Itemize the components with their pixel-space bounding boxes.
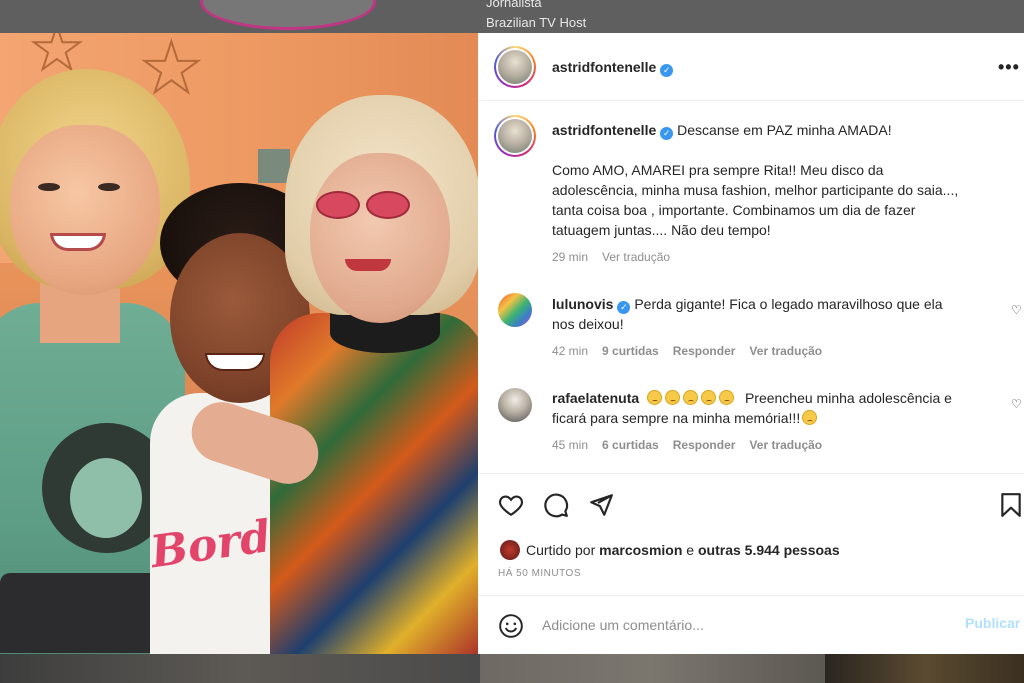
likes-connector: e	[686, 542, 695, 558]
author-username[interactable]: astridfontenelle	[552, 59, 656, 75]
comment-meta: 42 min 9 curtidas Responder Ver tradução	[552, 344, 836, 358]
comment-avatar[interactable]	[498, 293, 532, 327]
comment-text: Perda gigante! Fica o legado maravilhoso…	[634, 296, 943, 312]
wall-square	[258, 149, 290, 183]
caption-translate-link[interactable]: Ver tradução	[602, 250, 670, 264]
sad-emoji-group	[647, 390, 737, 406]
caption-body-line: tatuagem juntas.... Não deu tempo!	[552, 222, 771, 238]
emoji-picker-icon[interactable]	[498, 613, 524, 639]
comment-like-heart-icon[interactable]: ♡	[1011, 397, 1022, 411]
caption-author-avatar[interactable]	[494, 115, 536, 157]
comment-text-continued: ficará para sempre na minha memória!!!	[552, 408, 820, 428]
comment-likes-count[interactable]: 6 curtidas	[602, 438, 659, 452]
bookmark-icon[interactable]	[998, 492, 1024, 518]
post-time-ago[interactable]: HÁ 50 MINUTOS	[498, 568, 581, 579]
author-username-link[interactable]: astridfontenelle ✓	[552, 59, 674, 77]
background-bio-line1: Jornalista	[486, 0, 542, 10]
comment-text-line: ficará para sempre na minha memória!!!	[552, 410, 801, 426]
post-header: astridfontenelle ✓ •••	[478, 33, 1024, 101]
publish-button[interactable]: Publicar	[965, 615, 1020, 631]
caption-body-line: Como AMO, AMAREI pra sempre Rita!! Meu d…	[552, 162, 884, 178]
caption-meta: 29 min Ver tradução	[552, 250, 684, 264]
comment-translate-link[interactable]: Ver tradução	[749, 438, 822, 452]
post-photo: ★ ★ Bordado	[0, 33, 478, 654]
sad-face-emoji-icon	[665, 390, 681, 405]
liker-avatar[interactable]	[500, 540, 520, 560]
verified-badge-icon: ✓	[660, 127, 674, 140]
sad-face-emoji-icon	[683, 390, 699, 405]
comment-reply-button[interactable]: Responder	[673, 438, 736, 452]
author-avatar[interactable]	[494, 46, 536, 88]
caption-first-line: astridfontenelle ✓ Descanse em PAZ minha …	[552, 120, 892, 140]
comment-icon[interactable]	[543, 492, 569, 518]
background-avatar	[200, 0, 376, 30]
comment-translate-link[interactable]: Ver tradução	[749, 344, 822, 358]
likes-prefix: Curtido por	[526, 542, 596, 558]
share-icon[interactable]	[588, 492, 614, 518]
comment-username[interactable]: lulunovis	[552, 296, 613, 312]
sad-face-emoji-icon	[701, 390, 717, 405]
comment-timestamp[interactable]: 42 min	[552, 344, 588, 358]
comment-input[interactable]	[542, 614, 942, 636]
caption-body-line: tanta coisa boa , importante. Combinamos…	[552, 202, 916, 218]
comment-reply-button[interactable]: Responder	[673, 344, 736, 358]
sad-face-emoji-icon	[719, 390, 735, 405]
add-comment-bar: Publicar	[478, 595, 1024, 654]
comment-timestamp[interactable]: 45 min	[552, 438, 588, 452]
comment-username[interactable]: rafaelatenuta	[552, 390, 639, 406]
liker-username[interactable]: marcosmion	[599, 542, 682, 558]
comment-text: Preencheu minha adolescência e	[744, 390, 952, 406]
background-feed-top: Jornalista Brazilian TV Host	[0, 0, 1024, 33]
verified-badge-icon: ✓	[660, 64, 674, 77]
caption-author-username[interactable]: astridfontenelle	[552, 122, 656, 138]
caption-body-line: adolescência, minha musa fashion, melhor…	[552, 182, 959, 198]
post-side-panel: astridfontenelle ✓ ••• astridfontenelle ✓ …	[478, 33, 1024, 654]
sad-face-emoji-icon	[802, 410, 818, 425]
caption-headline: Descanse em PAZ minha AMADA!	[677, 122, 892, 138]
more-options-icon[interactable]: •••	[998, 57, 1020, 78]
background-thumbnail	[825, 654, 1024, 683]
comment-meta: 45 min 6 curtidas Responder Ver tradução	[552, 438, 836, 452]
post-actions-bar	[478, 473, 1024, 533]
caption-body: Como AMO, AMAREI pra sempre Rita!! Meu d…	[552, 160, 958, 240]
background-thumbnail	[480, 654, 825, 683]
comment-like-heart-icon[interactable]: ♡	[1011, 303, 1022, 317]
background-thumbnail	[0, 654, 480, 683]
caption-timestamp[interactable]: 29 min	[552, 250, 588, 264]
heart-icon[interactable]	[498, 492, 524, 518]
likes-others-link[interactable]: outras 5.944 pessoas	[698, 542, 840, 558]
verified-badge-icon: ✓	[617, 301, 631, 314]
background-bio-line2: Brazilian TV Host	[486, 15, 587, 30]
comment-avatar[interactable]	[498, 388, 532, 422]
comment-text-continued: nos deixou!	[552, 316, 624, 332]
likes-summary: Curtido por marcosmion e outras 5.944 pe…	[500, 540, 840, 560]
sad-face-emoji-icon	[647, 390, 663, 405]
comment-item: rafaelatenuta Preencheu minha adolescênc…	[552, 388, 952, 408]
background-feed-bottom	[0, 654, 1024, 683]
comment-item: lulunovis ✓ Perda gigante! Fica o legado …	[552, 294, 943, 314]
comment-likes-count[interactable]: 9 curtidas	[602, 344, 659, 358]
